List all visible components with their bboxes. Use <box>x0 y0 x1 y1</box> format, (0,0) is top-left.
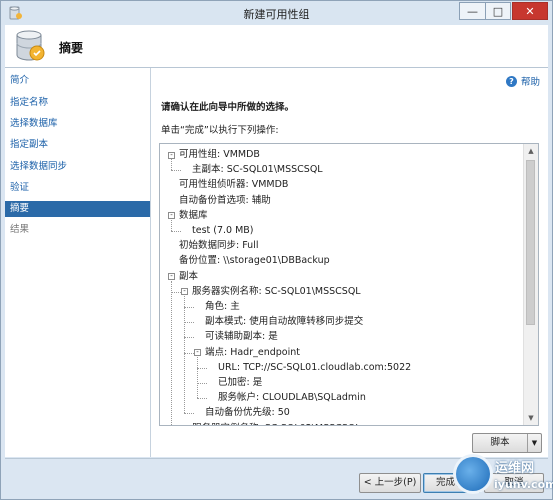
tree-connector <box>171 231 181 232</box>
collapse-toggle-icon[interactable]: - <box>194 349 201 357</box>
tree-node[interactable]: 副本 <box>179 269 198 285</box>
instruction-text: 请确认在此向导中所做的选择。 <box>161 102 295 113</box>
watermark-url: iyunv.com <box>494 478 553 491</box>
tree-connector <box>171 280 172 425</box>
summary-tree[interactable]: - 可用性组: VMMDB 主副本: SC-SQL01\MSSCSQL 可用性组侦听器… <box>159 143 539 426</box>
nav-item-intro[interactable]: 简介 <box>5 73 150 89</box>
scroll-up-icon[interactable]: ▲ <box>524 144 538 158</box>
wizard-window: 新建可用性组 — □ ✕ 摘要 简介 指定名称 选择数据库 指定副本 选择数据同… <box>0 0 553 500</box>
help-link[interactable]: ? 帮助 <box>505 74 540 88</box>
scroll-thumb[interactable] <box>526 160 535 325</box>
tree-node[interactable]: URL: TCP://SC-SQL01.cloudlab.com:5022 <box>218 360 411 376</box>
script-button-label: 脚本 <box>490 437 510 448</box>
tree-node[interactable]: 数据库 <box>179 208 208 224</box>
collapse-toggle-icon[interactable]: - <box>168 151 175 159</box>
nav-item-data-sync[interactable]: 选择数据同步 <box>5 159 150 175</box>
help-icon: ? <box>505 75 517 87</box>
tree-node[interactable]: 主副本: SC-SQL01\MSSCSQL <box>192 162 323 178</box>
tree-node[interactable]: 可用性组: VMMDB <box>179 147 260 163</box>
tree-connector <box>197 356 198 399</box>
nav-item-results: 结果 <box>10 224 30 235</box>
nav-item-select-databases[interactable]: 选择数据库 <box>5 116 150 132</box>
tree-node[interactable]: 副本模式: 使用自动故障转移同步提交 <box>205 314 363 330</box>
tree-connector <box>184 295 185 414</box>
watermark-icon <box>453 454 493 494</box>
tree-node[interactable]: 自动备份首选项: 辅助 <box>179 193 271 209</box>
tree-connector <box>171 159 172 171</box>
collapse-toggle-icon[interactable]: - <box>181 288 188 296</box>
watermark-text: 运维网 <box>495 461 535 476</box>
nav-item-specify-name[interactable]: 指定名称 <box>5 95 150 111</box>
tree-connector <box>184 413 194 415</box>
tree-connector <box>171 291 181 293</box>
help-label: 帮助 <box>520 77 540 88</box>
database-wizard-icon <box>16 30 45 61</box>
title-bar: 新建可用性组 — □ ✕ <box>1 1 552 25</box>
tree-node[interactable]: 可用性组侦听器: VMMDB <box>179 177 288 193</box>
tree-connector <box>184 352 194 354</box>
tree-node[interactable]: 服务器实例名称: SC-SQL01\MSSCSQL <box>192 284 361 300</box>
collapse-toggle-icon[interactable]: - <box>168 273 175 281</box>
tree-connector <box>197 367 207 369</box>
tree-node[interactable]: 服务帐户: CLOUDLAB\SQLadmin <box>218 390 366 406</box>
watermark-logo: 运维网 iyunv.com <box>453 454 553 500</box>
tree-rows: - 可用性组: VMMDB 主副本: SC-SQL01\MSSCSQL 可用性组侦听器… <box>160 144 524 425</box>
tree-connector <box>171 219 172 231</box>
page-title: 摘要 <box>59 41 84 55</box>
tree-connector <box>184 307 194 308</box>
minimize-button[interactable]: — <box>459 2 485 20</box>
tree-node[interactable]: 角色: 主 <box>205 299 240 315</box>
previous-button[interactable]: < 上一步(P) <box>359 473 421 493</box>
tree-node[interactable]: 备份位置: \\storage01\DBBackup <box>179 253 330 269</box>
nav-item-specify-replicas[interactable]: 指定副本 <box>5 137 150 153</box>
tree-scrollbar[interactable]: ▲ ▼ <box>523 144 538 425</box>
collapse-toggle-icon[interactable]: - <box>168 212 175 220</box>
subinstruction-text: 单击“完成”以执行下列操作: <box>161 125 279 136</box>
tree-connector <box>197 398 207 400</box>
tree-node[interactable]: 已加密: 是 <box>218 375 262 391</box>
tree-connector <box>171 170 181 172</box>
main-panel: ? 帮助 请确认在此向导中所做的选择。 单击“完成”以执行下列操作: - 可用性组… <box>151 68 548 457</box>
tree-connector <box>184 337 194 339</box>
tree-node[interactable]: 可读辅助副本: 是 <box>205 329 278 345</box>
tree-node[interactable]: test (7.0 MB) <box>192 223 254 239</box>
tree-node[interactable]: 端点: Hadr_endpoint <box>205 345 300 361</box>
chevron-down-icon[interactable]: ▼ <box>527 434 541 452</box>
nav-item-validation[interactable]: 验证 <box>5 180 150 196</box>
wizard-nav: 简介 指定名称 选择数据库 指定副本 选择数据同步 验证 摘要 结果 <box>5 68 151 457</box>
nav-item-summary[interactable]: 摘要 <box>5 201 150 217</box>
tree-node[interactable]: 自动备份优先级: 50 <box>205 405 290 421</box>
tree-connector <box>197 383 207 384</box>
close-button[interactable]: ✕ <box>512 2 548 20</box>
script-button[interactable]: 脚本 ▼ <box>472 433 542 453</box>
maximize-button[interactable]: □ <box>485 2 511 20</box>
scroll-down-icon[interactable]: ▼ <box>524 411 538 425</box>
page-header: 摘要 <box>5 25 548 68</box>
tree-node[interactable]: 服务器实例名称: SC-SQL02\MSSCSQL <box>192 421 361 425</box>
tree-connector <box>184 322 194 324</box>
tree-node[interactable]: 初始数据同步: Full <box>179 238 258 254</box>
